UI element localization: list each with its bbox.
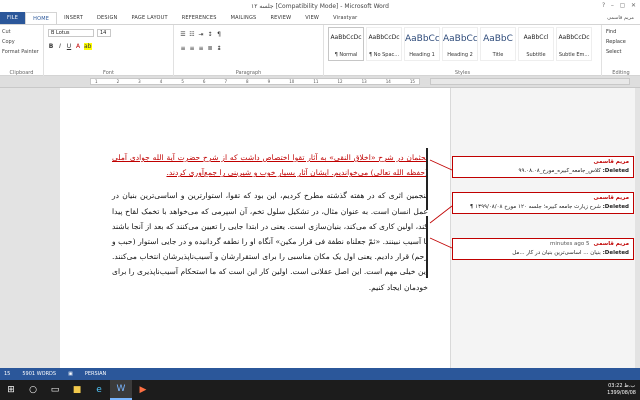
windows-taskbar: ⊞ ○ ▭ ■ e W ▶ 03:22 ب.ظ 1399/08/08: [0, 380, 640, 400]
bullets-icon[interactable]: ☰: [180, 31, 186, 38]
italic-button[interactable]: I: [57, 43, 63, 50]
cut-button[interactable]: Cut: [2, 29, 11, 35]
ruler-tick: 10: [289, 79, 295, 84]
style-subtitle[interactable]: AaBbCcl Subtitle: [518, 27, 554, 61]
language-indicator[interactable]: PERSIAN: [85, 371, 106, 377]
ruler-tick: 8: [246, 79, 249, 84]
style-heading-1[interactable]: AaBbCc Heading 1: [404, 27, 440, 61]
paragraph-row-2: ≡ ≡ ≡ ≣ ↨: [180, 45, 222, 52]
comment-author: مریم قاسمی5 minutes ago: [550, 241, 629, 247]
format-painter-button[interactable]: Format Painter: [2, 49, 39, 55]
tab-page-layout[interactable]: PAGE LAYOUT: [124, 12, 174, 24]
window-title: جلسه ۱۲ [Compatibility Mode] - Microsoft…: [250, 2, 389, 10]
styles-gallery: AaBbCcDc ¶ Normal AaBbCcDc ¶ No Spac... Aa…: [328, 27, 592, 61]
ruler-tick: 14: [385, 79, 391, 84]
comment-balloon[interactable]: مریم قاسمی Deleted: شرح زیارت جامعه کبیر…: [452, 192, 634, 214]
title-bar: جلسه ۱۲ [Compatibility Mode] - Microsoft…: [0, 0, 640, 12]
align-right-icon[interactable]: ≡: [198, 45, 204, 52]
ribbon: Cut Copy Format Painter Clipboard B Lotu…: [0, 24, 640, 77]
comment-text: Deleted: بنیان ... اساسی‌ترین بنیان در ک…: [512, 250, 629, 256]
font-name-box[interactable]: B Lotus: [48, 29, 94, 37]
proofing-icon[interactable]: ▣: [68, 371, 73, 377]
paragraph-group: ☰ ☷ ⇥ ↕ ¶ ≡ ≡ ≡ ≣ ↨ Paragraph: [174, 25, 324, 77]
ruler-tick: 4: [159, 79, 163, 84]
ruler-tick: 1: [95, 79, 98, 84]
ribbon-tabs: FILE HOME INSERT DESIGN PAGE LAYOUT REFE…: [0, 12, 640, 24]
file-explorer-icon[interactable]: ■: [66, 380, 88, 400]
document-canvas: بحثمان در شرح «اخلاق النقی» به آثار تقوا…: [0, 88, 640, 368]
page-count[interactable]: 15: [4, 371, 10, 377]
search-icon[interactable]: ○: [22, 380, 44, 400]
ruler-markup-area: [430, 78, 630, 85]
ruler-tick: 5: [181, 79, 184, 84]
ruler-tick: 6: [202, 79, 206, 84]
align-center-icon[interactable]: ≡: [189, 45, 195, 52]
browser-icon[interactable]: e: [88, 380, 110, 400]
ruler-tick: 9: [267, 79, 271, 84]
underline-button[interactable]: U: [66, 43, 72, 50]
style-normal[interactable]: AaBbCcDc ¶ Normal: [328, 27, 364, 61]
comment-text: Deleted: شرح زیارت جامعه کبیره؛ جلسه ۱۲۰…: [469, 204, 629, 210]
start-icon[interactable]: ⊞: [0, 380, 22, 400]
editing-group: Find Replace Select Editing: [602, 25, 640, 77]
font-format-row: B I U A ab: [48, 43, 92, 50]
style-subtle-emphasis[interactable]: AaBbCcDc Subtle Em...: [556, 27, 592, 61]
comment-author: مریم قاسمی: [593, 195, 629, 201]
ruler-tick: 12: [337, 79, 343, 84]
clock[interactable]: 03:22 ب.ظ 1399/08/08: [607, 383, 640, 397]
tab-virastyar[interactable]: Virastyar: [326, 12, 364, 24]
tab-insert[interactable]: INSERT: [57, 12, 90, 24]
tab-mailings[interactable]: MAILINGS: [224, 12, 264, 24]
tab-view[interactable]: VIEW: [298, 12, 326, 24]
window-controls[interactable]: ? – ▢ ✕: [602, 2, 636, 9]
font-group: B Lotus 14 B I U A ab Font: [44, 25, 174, 77]
select-button[interactable]: Select: [606, 49, 621, 55]
copy-button[interactable]: Copy: [2, 39, 15, 45]
tab-review[interactable]: REVIEW: [263, 12, 298, 24]
paragraph-row-1: ☰ ☷ ⇥ ↕ ¶: [180, 31, 222, 38]
ruler-tick: 7: [224, 79, 228, 84]
signed-in-user[interactable]: مریم قاسمی: [607, 15, 640, 21]
highlight-icon[interactable]: ab: [84, 43, 92, 50]
ruler-scale: 1 2 3 4 5 6 7 8 9 10 11 12 13 14 15: [90, 78, 420, 85]
comment-balloon[interactable]: مریم قاسمی5 minutes ago Deleted: بنیان .…: [452, 238, 634, 260]
ruler-tick: 15: [409, 79, 415, 84]
pilcrow-icon[interactable]: ¶: [216, 31, 222, 38]
line-spacing-icon[interactable]: ↨: [216, 45, 222, 52]
word-taskbar-icon[interactable]: W: [110, 380, 132, 400]
status-bar: 15 5901 WORDS ▣ PERSIAN: [0, 368, 640, 380]
tab-home[interactable]: HOME: [25, 12, 58, 24]
align-left-icon[interactable]: ≡: [180, 45, 186, 52]
tab-file[interactable]: FILE: [0, 12, 26, 24]
media-icon[interactable]: ▶: [132, 380, 154, 400]
ruler-tick: 3: [138, 79, 141, 84]
numbering-icon[interactable]: ☷: [189, 31, 195, 38]
horizontal-ruler[interactable]: 1 2 3 4 5 6 7 8 9 10 11 12 13 14 15: [0, 76, 640, 88]
ruler-tick: 2: [116, 79, 120, 84]
style-heading-2[interactable]: AaBbCc Heading 2: [442, 27, 478, 61]
word-window: جلسه ۱۲ [Compatibility Mode] - Microsoft…: [0, 0, 640, 400]
tab-design[interactable]: DESIGN: [90, 12, 124, 24]
find-button[interactable]: Find: [606, 29, 616, 35]
task-view-icon[interactable]: ▭: [44, 380, 66, 400]
font-color-icon[interactable]: A: [75, 43, 81, 50]
clipboard-group: Cut Copy Format Painter Clipboard: [0, 25, 44, 77]
tab-references[interactable]: REFERENCES: [175, 12, 224, 24]
ruler-tick: 13: [361, 79, 367, 84]
font-size-box[interactable]: 14: [97, 29, 111, 37]
comment-text: Deleted: کلاس_جامعه_کبیره_مورخ_۹۹.۰۸.۰۸: [518, 168, 630, 174]
indent-icon[interactable]: ⇥: [198, 31, 204, 38]
comment-balloon[interactable]: مریم قاسمی Deleted: کلاس_جامعه_کبیره_مور…: [452, 156, 634, 178]
style-no-spacing[interactable]: AaBbCcDc ¶ No Spac...: [366, 27, 402, 61]
bold-button[interactable]: B: [48, 43, 54, 50]
comment-time: 5 minutes ago: [550, 241, 590, 247]
ruler-tick: 11: [313, 79, 319, 84]
replace-button[interactable]: Replace: [606, 39, 626, 45]
word-count[interactable]: 5901 WORDS: [22, 371, 56, 377]
justify-icon[interactable]: ≣: [207, 45, 213, 52]
comment-connectors: [429, 159, 453, 249]
comment-author: مریم قاسمی: [593, 159, 629, 165]
style-title[interactable]: AaBbC Title: [480, 27, 516, 61]
sort-icon[interactable]: ↕: [207, 31, 213, 38]
